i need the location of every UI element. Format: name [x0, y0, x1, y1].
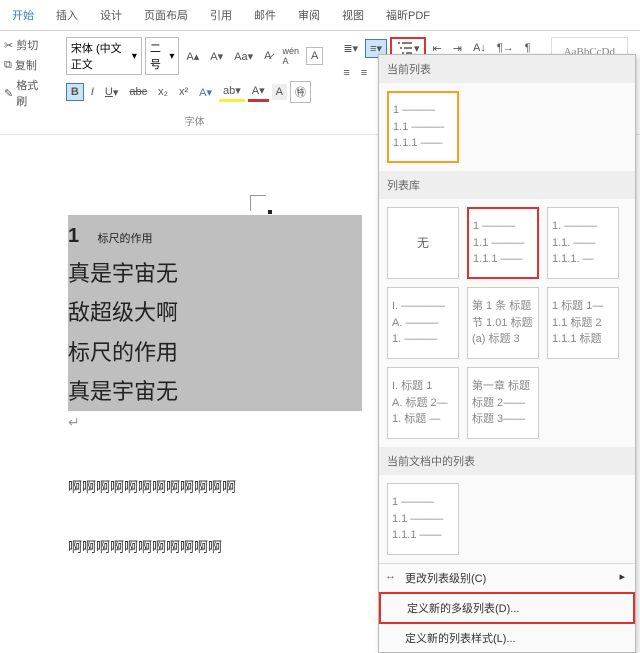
text-line: 敌超级大啊: [68, 293, 362, 332]
copy-button[interactable]: ⧉复制: [4, 57, 46, 73]
margin-corner-icon: [250, 195, 266, 211]
align-left-button[interactable]: ≡: [339, 65, 353, 81]
menu-define-new[interactable]: 定义新的多级列表(D)...: [379, 592, 635, 624]
preset-chapter[interactable]: 第一章 标题 1标题 2——标题 3——: [467, 367, 539, 439]
text-line: 真是宇宙无: [68, 254, 362, 293]
font-group: 宋体 (中文正文▾ 二号▾ A▴ A▾ Aa▾ A̷ wénA A B I U▾…: [58, 37, 331, 128]
tab-layout[interactable]: 页面布局: [142, 4, 190, 26]
para-mark: ↵: [68, 411, 362, 437]
dd-header-library: 列表库: [379, 171, 635, 199]
text-line: 标尺的作用: [68, 333, 362, 372]
tab-view[interactable]: 视图: [340, 4, 366, 26]
tab-insert[interactable]: 插入: [54, 4, 80, 26]
menu-change-level[interactable]: ↔更改列表级别(C)▸: [379, 564, 635, 592]
page[interactable]: 1 标尺的作用 真是宇宙无 敌超级大啊 标尺的作用 真是宇宙无 ↵ 啊啊啊啊啊啊…: [50, 155, 380, 577]
bold-button[interactable]: B: [66, 83, 84, 101]
preset-numeric-dot[interactable]: 1. ———1.1. ——1.1.1. —: [547, 207, 619, 279]
font-group-label: 字体: [66, 113, 323, 128]
preset-none[interactable]: 无: [387, 207, 459, 279]
clear-fmt-button[interactable]: A̷: [260, 48, 275, 64]
sup-button[interactable]: x²: [175, 84, 192, 100]
preset-doc-current[interactable]: 1 ———1.1 ———1.1.1 ——: [387, 483, 459, 555]
font-color-button[interactable]: A▾: [248, 82, 269, 102]
preset-roman-alpha[interactable]: I. ————A. ———1. ———: [387, 287, 459, 359]
preset-numeric[interactable]: 1 ———1.1 ———1.1.1 ——: [467, 207, 539, 279]
preset-article[interactable]: 第 1 条 标题节 1.01 标题(a) 标题 3: [467, 287, 539, 359]
clipboard-group: ✂剪切 ⧉复制 ✎格式刷: [4, 37, 54, 128]
preset-roman-heading[interactable]: I. 标题 1A. 标题 2—1. 标题 —: [387, 367, 459, 439]
enclose-button[interactable]: ㊕: [290, 81, 311, 103]
ribbon-tabs: 开始 插入 设计 页面布局 引用 邮件 审阅 视图 福昕PDF: [0, 0, 640, 31]
menu-define-style[interactable]: 定义新的列表样式(L)...: [379, 624, 635, 652]
anchor-icon: [268, 210, 272, 214]
level-icon: ↔: [385, 570, 396, 582]
tab-home[interactable]: 开始: [10, 4, 36, 26]
dd-header-current: 当前列表: [379, 55, 635, 83]
dd-header-doc: 当前文档中的列表: [379, 447, 635, 475]
scissors-icon: ✂: [4, 39, 13, 52]
fmt-button[interactable]: ✎格式刷: [4, 77, 46, 109]
list-number: 1: [68, 220, 92, 252]
change-case-button[interactable]: Aa▾: [230, 48, 257, 65]
strike-button[interactable]: abc: [125, 84, 151, 100]
grow-font-button[interactable]: A▴: [182, 48, 203, 65]
text-line: 真是宇宙无: [68, 372, 362, 411]
body-line: 啊啊啊啊啊啊啊啊啊啊啊: [68, 537, 362, 557]
align-center-button[interactable]: ≡: [357, 65, 371, 81]
body-line: 啊啊啊啊啊啊啊啊啊啊啊啊: [68, 477, 362, 497]
effects-button[interactable]: A▾: [195, 84, 216, 101]
preset-heading-num[interactable]: 1 标题 1—1.1 标题 21.1.1 标题: [547, 287, 619, 359]
dd-menu: ↔更改列表级别(C)▸ 定义新的多级列表(D)... 定义新的列表样式(L)..…: [379, 563, 635, 652]
tab-foxit[interactable]: 福昕PDF: [384, 4, 432, 26]
char-shading-button[interactable]: A: [272, 84, 287, 100]
cut-button[interactable]: ✂剪切: [4, 37, 46, 53]
font-size-combo[interactable]: 二号▾: [145, 37, 180, 75]
heading-line: 1 标尺的作用: [68, 215, 362, 254]
phonetic-button[interactable]: wénA: [278, 44, 303, 68]
shrink-font-button[interactable]: A▾: [206, 48, 227, 65]
font-family-combo[interactable]: 宋体 (中文正文▾: [66, 37, 142, 75]
sub-button[interactable]: x₂: [154, 84, 172, 100]
tab-ref[interactable]: 引用: [208, 4, 234, 26]
tab-mail[interactable]: 邮件: [252, 4, 278, 26]
brush-icon: ✎: [4, 87, 13, 100]
multilevel-dropdown: 当前列表 1 ———1.1 ———1.1.1 —— 列表库 无 1 ———1.1…: [378, 54, 636, 653]
highlight-button[interactable]: ab▾: [219, 82, 245, 102]
tab-review[interactable]: 审阅: [296, 4, 322, 26]
copy-icon: ⧉: [4, 59, 12, 72]
underline-button[interactable]: U▾: [101, 84, 122, 101]
italic-button[interactable]: I: [87, 84, 98, 100]
preset-current[interactable]: 1 ———1.1 ———1.1.1 ——: [387, 91, 459, 163]
bullets-button[interactable]: ≣▾: [339, 40, 362, 57]
char-border-button[interactable]: A: [306, 47, 323, 65]
tab-design[interactable]: 设计: [98, 4, 124, 26]
